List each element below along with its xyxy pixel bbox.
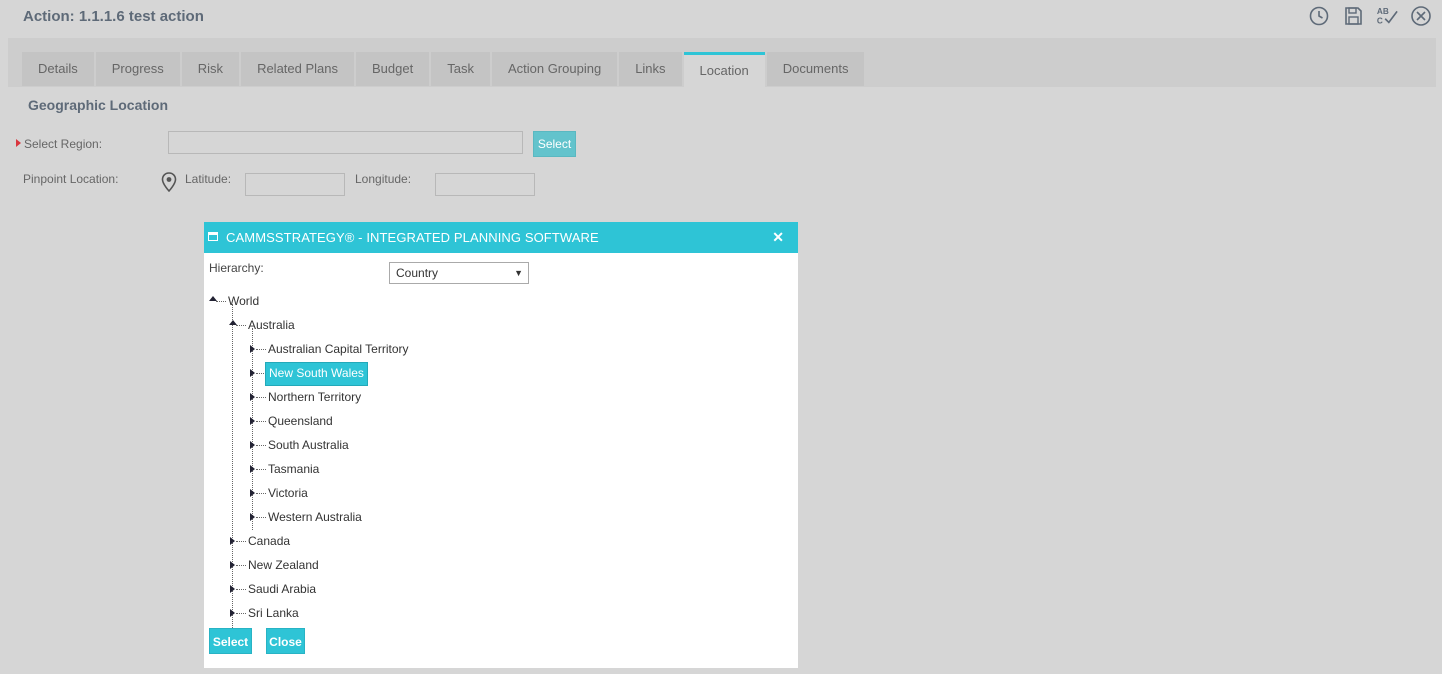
close-icon[interactable] — [1410, 5, 1432, 27]
svg-text:AB: AB — [1377, 7, 1389, 16]
select-region-input[interactable] — [168, 131, 523, 154]
hierarchy-select[interactable]: Country ▼ — [389, 262, 529, 284]
longitude-label: Longitude: — [355, 172, 412, 186]
tab-task[interactable]: Task — [431, 52, 490, 86]
tab-action-grouping[interactable]: Action Grouping — [491, 52, 618, 86]
latitude-input[interactable] — [245, 173, 345, 196]
tab-strip: Details Progress Risk Related Plans Budg… — [8, 38, 1436, 87]
map-pin-icon[interactable] — [161, 172, 177, 192]
history-icon[interactable] — [1308, 5, 1330, 27]
chevron-down-icon: ▼ — [514, 268, 523, 278]
save-icon[interactable] — [1342, 5, 1364, 27]
dialog-close-button[interactable]: Close — [266, 628, 305, 654]
header-actions: AB C — [1308, 5, 1432, 27]
tree-node-state[interactable]: South Australia — [265, 434, 352, 456]
tree-node-state[interactable]: Western Australia — [265, 506, 365, 528]
tab-progress[interactable]: Progress — [95, 52, 180, 86]
tree-node-state[interactable]: Australian Capital Territory — [265, 338, 412, 360]
expand-canada-icon[interactable] — [230, 537, 235, 545]
tree-node-country[interactable]: Saudi Arabia — [245, 578, 319, 600]
tree-node-country[interactable]: Canada — [245, 530, 293, 552]
hierarchy-select-value: Country — [396, 266, 439, 280]
tree-connector — [252, 328, 253, 530]
expand-sa-icon[interactable] — [250, 441, 255, 449]
expand-saudi-arabia-icon[interactable] — [230, 585, 235, 593]
latitude-label: Latitude: — [185, 172, 232, 186]
region-picker-dialog: CAMMSSTRATEGY® - INTEGRATED PLANNING SOF… — [204, 222, 798, 668]
expand-nt-icon[interactable] — [250, 393, 255, 401]
tree-node-state[interactable]: Tasmania — [265, 458, 322, 480]
tree-node-country[interactable]: Sri Lanka — [245, 602, 302, 624]
pinpoint-location-label: Pinpoint Location: — [23, 172, 119, 186]
tab-related-plans[interactable]: Related Plans — [241, 52, 355, 86]
expand-qld-icon[interactable] — [250, 417, 255, 425]
spellcheck-icon[interactable]: AB C — [1376, 5, 1398, 27]
tree-connector — [232, 304, 233, 628]
select-region-button[interactable]: Select — [533, 131, 576, 157]
longitude-input[interactable] — [435, 173, 535, 196]
window-icon — [208, 232, 218, 241]
tree-node-state[interactable]: Queensland — [265, 410, 336, 432]
tab-documents[interactable]: Documents — [766, 52, 865, 86]
tab-location[interactable]: Location — [683, 52, 765, 87]
hierarchy-label: Hierarchy: — [209, 261, 264, 275]
title-bar: Action: 1.1.1.6 test action AB C — [0, 0, 1442, 36]
expand-tas-icon[interactable] — [250, 465, 255, 473]
tree-node-state[interactable]: Victoria — [265, 482, 311, 504]
dialog-header: CAMMSSTRATEGY® - INTEGRATED PLANNING SOF… — [204, 222, 798, 253]
tab-list: Details Progress Risk Related Plans Budg… — [22, 52, 866, 87]
dialog-select-button[interactable]: Select — [209, 628, 252, 654]
tab-risk[interactable]: Risk — [181, 52, 240, 86]
tree-node-country[interactable]: New Zealand — [245, 554, 322, 576]
tree-node-australia[interactable]: Australia — [245, 314, 298, 336]
select-region-label: Select Region: — [24, 137, 103, 151]
tree-node-state-selected[interactable]: New South Wales — [265, 362, 368, 386]
dialog-title: CAMMSSTRATEGY® - INTEGRATED PLANNING SOF… — [226, 230, 599, 245]
page-title: Action: 1.1.1.6 test action — [23, 8, 204, 25]
dialog-close-icon[interactable]: ✕ — [772, 229, 784, 246]
expand-nsw-icon[interactable] — [250, 369, 255, 377]
expand-act-icon[interactable] — [250, 345, 255, 353]
expand-sri-lanka-icon[interactable] — [230, 609, 235, 617]
expand-new-zealand-icon[interactable] — [230, 561, 235, 569]
tab-links[interactable]: Links — [619, 52, 682, 86]
tab-details[interactable]: Details — [22, 52, 94, 86]
tab-budget[interactable]: Budget — [356, 52, 430, 86]
tree-node-state[interactable]: Northern Territory — [265, 386, 364, 408]
tree-node-world[interactable]: World — [225, 290, 262, 312]
expand-wa-icon[interactable] — [250, 513, 255, 521]
section-title: Geographic Location — [28, 97, 169, 113]
required-marker-icon — [16, 139, 21, 147]
svg-text:C: C — [1377, 16, 1383, 25]
expand-vic-icon[interactable] — [250, 489, 255, 497]
